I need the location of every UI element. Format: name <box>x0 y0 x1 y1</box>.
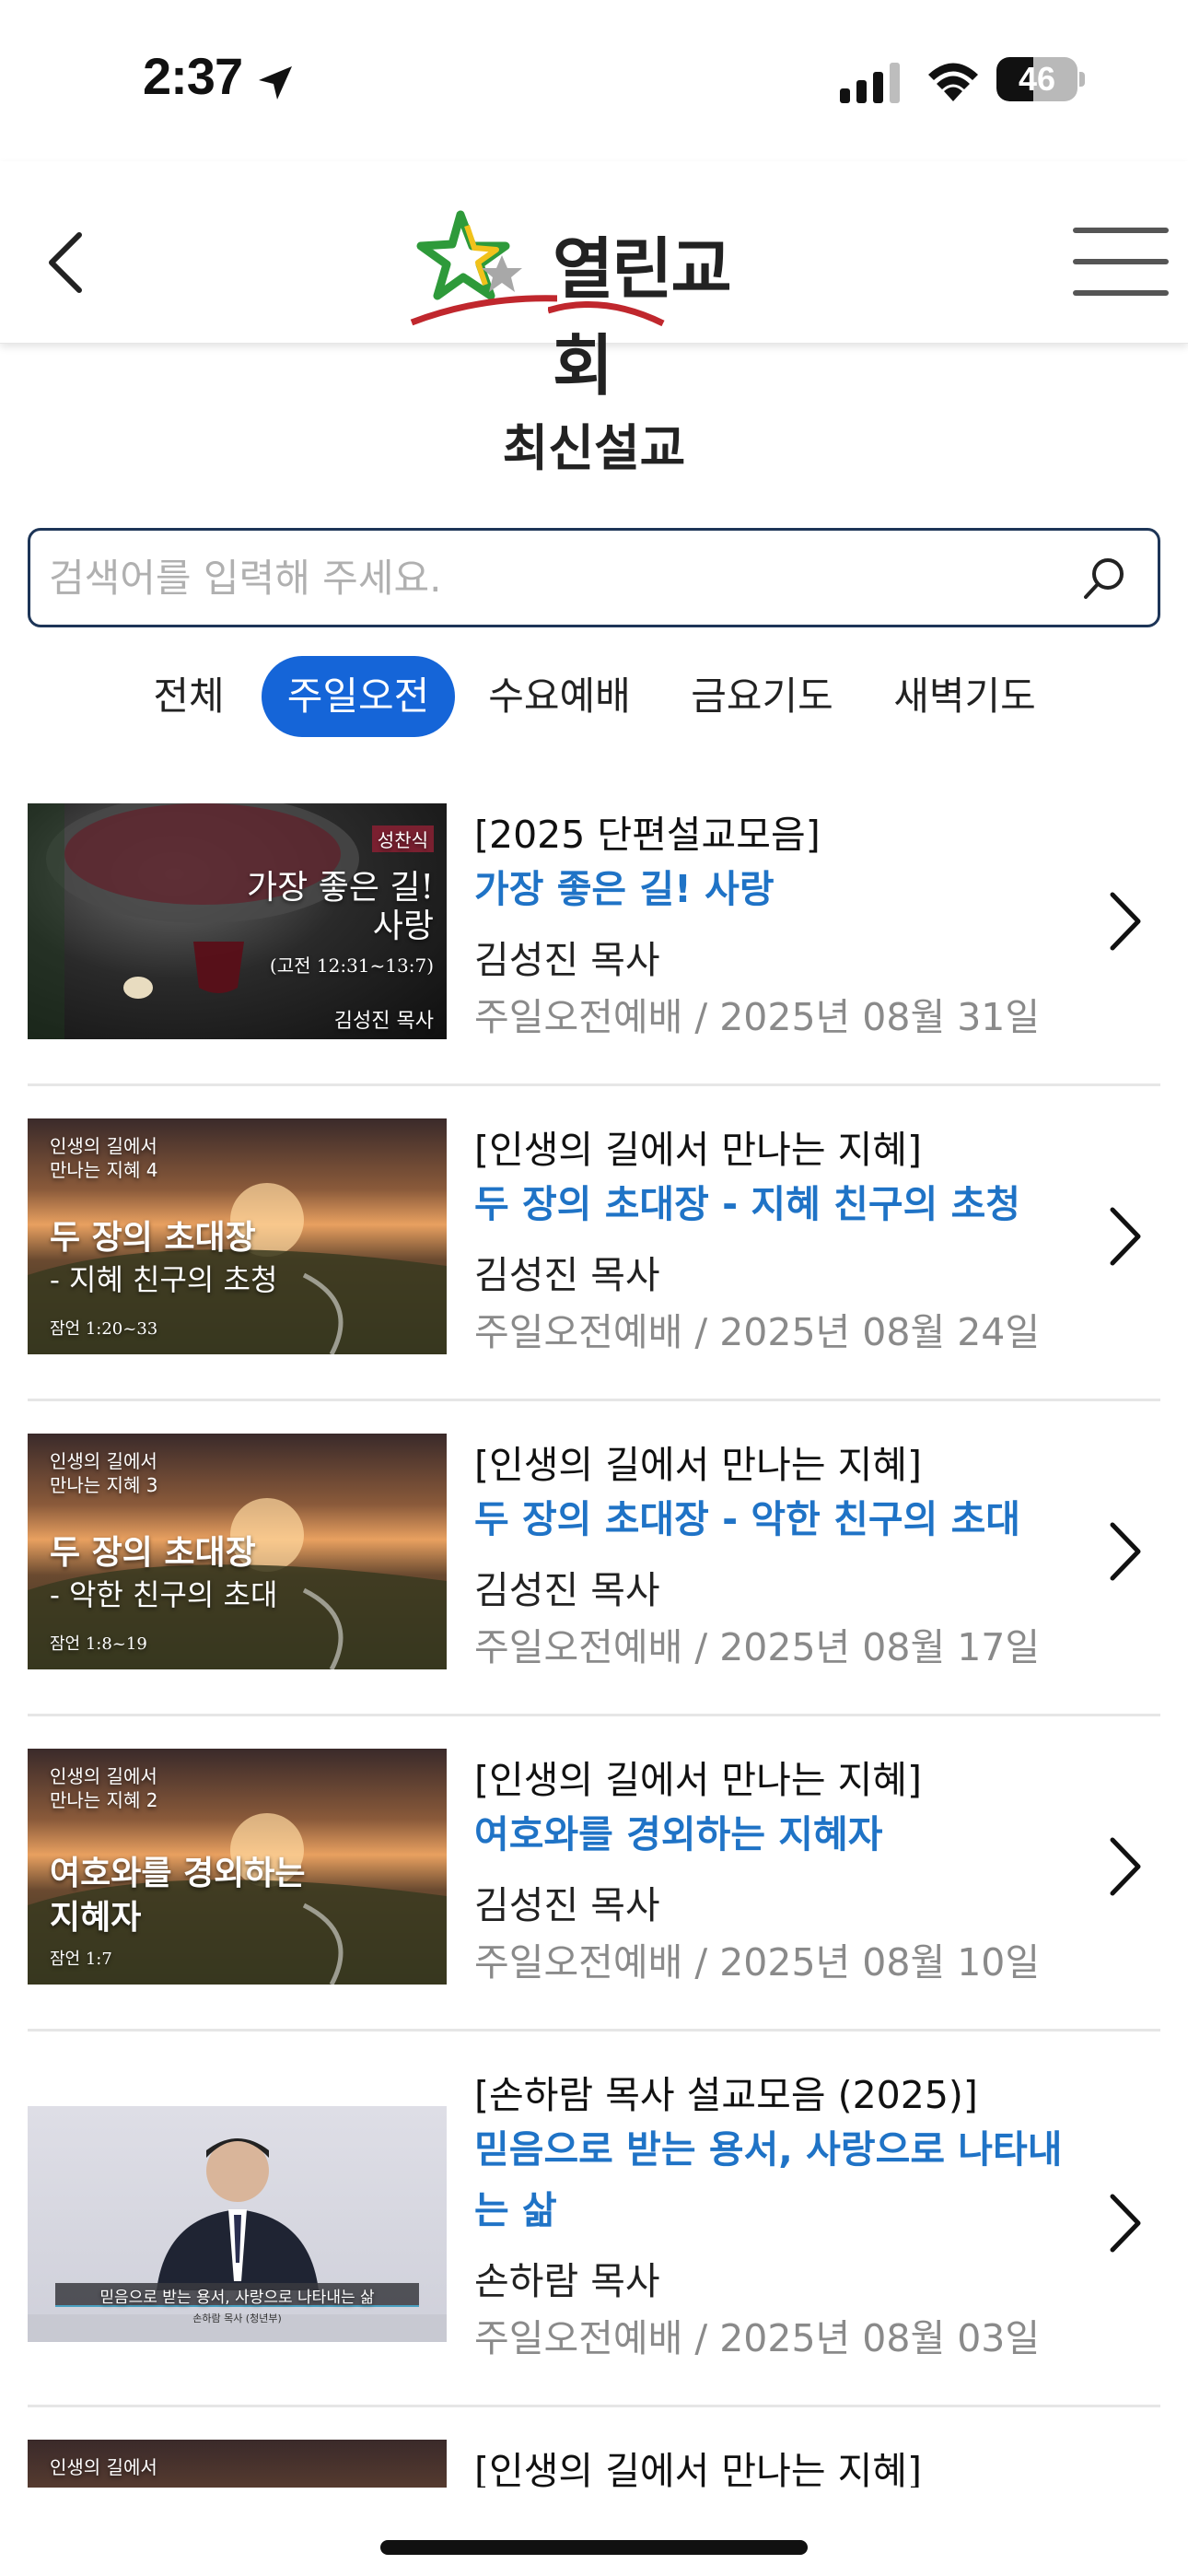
sermon-pastor: 김성진 목사 <box>474 938 660 982</box>
tab-sunday-morning[interactable]: 주일오전 <box>262 656 455 737</box>
chevron-right-icon[interactable] <box>1105 889 1146 954</box>
divider <box>28 1714 1160 1716</box>
sermon-series: [손하람 목사 설교모음 (2025)] <box>474 2073 978 2117</box>
sermon-title[interactable]: 두 장의 초대장 - 지혜 친구의 초청 <box>474 1174 1119 1235</box>
star-logo-icon <box>410 210 557 326</box>
list-item[interactable]: 성찬식 가장 좋은 길! 사랑 (고전 12:31~13:7) 김성진 목사 [… <box>0 792 1188 1086</box>
app-header: 열린교회 <box>0 161 1188 404</box>
back-button[interactable] <box>37 226 101 299</box>
page-title: 최신설교 <box>502 419 686 477</box>
divider <box>28 1083 1160 1086</box>
sermon-thumbnail: 인생의 길에서 만나는 지혜 2 여호와를 경외하는 지혜자 잠언 1:7 <box>28 1749 447 1985</box>
sermon-thumbnail: 인생의 길에서 만나는 지혜 3 두 장의 초대장 - 악한 친구의 초대 잠언… <box>28 1434 447 1669</box>
battery-indicator: 46 <box>996 57 1085 101</box>
sermon-date: 주일오전예배 / 2025년 08월 24일 <box>474 1310 1041 1354</box>
sermon-pastor: 손하람 목사 <box>474 2259 660 2303</box>
tab-dawn-prayer[interactable]: 새벽기도 <box>875 656 1054 737</box>
status-bar: 2:37 46 <box>0 0 1188 161</box>
divider <box>28 1399 1160 1401</box>
sermon-series: [인생의 길에서 만나는 지혜] <box>474 1443 923 1487</box>
divider <box>28 2029 1160 2032</box>
logo-text: 열린교회 <box>553 230 732 404</box>
sermon-list: 성찬식 가장 좋은 길! 사랑 (고전 12:31~13:7) 김성진 목사 [… <box>0 792 1188 2488</box>
chevron-right-icon[interactable] <box>1105 1204 1146 1269</box>
sermon-title[interactable]: 두 장의 초대장 - 악한 친구의 초대 <box>474 1489 1119 1550</box>
sermon-thumbnail: 믿음으로 받는 용서, 사랑으로 나타내는 삶 손하람 목사 (청년부) <box>28 2106 447 2342</box>
sermon-date: 주일오전예배 / 2025년 08월 31일 <box>474 995 1041 1039</box>
tab-all[interactable]: 전체 <box>138 656 239 737</box>
sermon-title[interactable]: 믿음으로 받는 용서, 사랑으로 나타내는 삶 <box>474 2119 1064 2241</box>
tab-friday-prayer[interactable]: 금요기도 <box>672 656 852 737</box>
sermon-series: [인생의 길에서 만나는 지혜] <box>474 1758 923 1802</box>
sermon-thumbnail: 성찬식 가장 좋은 길! 사랑 (고전 12:31~13:7) 김성진 목사 <box>28 803 447 1039</box>
sermon-pastor: 김성진 목사 <box>474 1568 660 1612</box>
chevron-right-icon[interactable] <box>1105 2191 1146 2255</box>
location-arrow-icon <box>259 66 292 100</box>
sermon-series: [2025 단편설교모음] <box>474 813 821 857</box>
sermon-title[interactable]: 여호와를 경외하는 지혜자 <box>474 1804 1064 1865</box>
sermon-pastor: 김성진 목사 <box>474 1883 660 1927</box>
search-box <box>28 528 1160 627</box>
sermon-date: 주일오전예배 / 2025년 08월 03일 <box>474 2316 1041 2360</box>
list-item[interactable]: 믿음으로 받는 용서, 사랑으로 나타내는 삶 손하람 목사 (청년부) [손하… <box>0 2053 1188 2407</box>
tab-wednesday-service[interactable]: 수요예배 <box>470 656 649 737</box>
sermon-series: [인생의 길에서 만나는 지혜] <box>474 1128 923 1172</box>
chevron-right-icon[interactable] <box>1105 1519 1146 1584</box>
home-indicator <box>380 2540 808 2555</box>
sermon-thumbnail: 인생의 길에서 만나는 지혜 4 두 장의 초대장 - 지혜 친구의 초청 잠언… <box>28 1118 447 1354</box>
search-icon[interactable] <box>1080 555 1128 603</box>
wifi-icon <box>928 63 978 101</box>
menu-button[interactable] <box>1073 228 1169 298</box>
sermon-date: 주일오전예배 / 2025년 08월 10일 <box>474 1940 1041 1985</box>
sermon-series: [인생의 길에서 만나는 지혜] <box>474 2449 923 2488</box>
church-logo[interactable]: 열린교회 <box>410 207 787 404</box>
sermon-title[interactable]: 가장 좋은 길! 사랑 <box>474 859 1064 919</box>
battery-level: 46 <box>1018 60 1056 98</box>
chevron-right-icon[interactable] <box>1105 1834 1146 1899</box>
cellular-signal-icon <box>840 63 900 103</box>
sermon-pastor: 김성진 목사 <box>474 1253 660 1297</box>
list-item[interactable]: 인생의 길에서 [인생의 길에서 만나는 지혜] <box>0 2429 1188 2488</box>
sermon-date: 주일오전예배 / 2025년 08월 17일 <box>474 1625 1041 1669</box>
divider <box>28 2405 1160 2407</box>
category-tabs: 전체 주일오전 수요예배 금요기도 새벽기도 <box>0 656 1188 741</box>
status-time: 2:37 <box>143 47 243 105</box>
list-item[interactable]: 인생의 길에서 만나는 지혜 4 두 장의 초대장 - 지혜 친구의 초청 잠언… <box>0 1107 1188 1401</box>
list-item[interactable]: 인생의 길에서 만나는 지혜 2 여호와를 경외하는 지혜자 잠언 1:7 [인… <box>0 1738 1188 2032</box>
search-input[interactable] <box>49 531 1062 625</box>
list-item[interactable]: 인생의 길에서 만나는 지혜 3 두 장의 초대장 - 악한 친구의 초대 잠언… <box>0 1423 1188 1716</box>
sermon-thumbnail: 인생의 길에서 <box>28 2440 447 2488</box>
